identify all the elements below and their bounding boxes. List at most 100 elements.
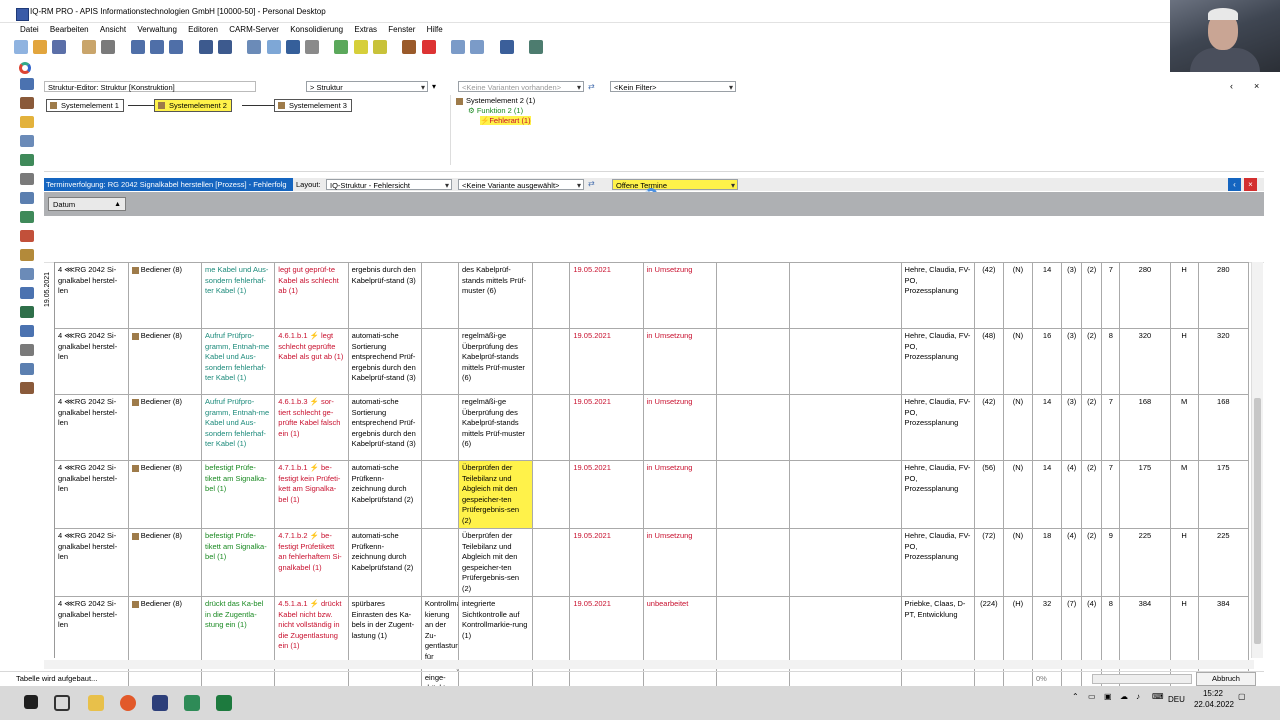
cell-prevention[interactable]: automati-sche Sortierung entsprechend Pr… xyxy=(348,394,422,461)
cell-v4[interactable]: (3) xyxy=(1061,394,1083,461)
cell-date[interactable]: 19.05.2021 xyxy=(569,262,644,329)
cell-date[interactable]: 19.05.2021 xyxy=(569,394,644,461)
cell-prevention2[interactable] xyxy=(421,460,459,529)
cell-prevention2[interactable] xyxy=(421,262,459,329)
menu-fenster[interactable]: Fenster xyxy=(388,23,415,36)
cell-v5[interactable]: (2) xyxy=(1081,460,1103,529)
windows-start-icon[interactable] xyxy=(24,695,38,709)
cell-detection[interactable]: Überprüfen der Teilebilanz und Abgleich … xyxy=(458,528,534,597)
cell-responsible[interactable]: Hehre, Claudia, FV-PO, Prozessplanung xyxy=(901,328,975,395)
sidebar-form-icon[interactable] xyxy=(20,97,34,109)
sidebar-table-icon[interactable] xyxy=(20,268,34,280)
tracking-variant-icon[interactable]: ⇄ xyxy=(588,179,595,188)
cell-v8[interactable]: H xyxy=(1170,328,1199,395)
cell-blank[interactable] xyxy=(532,528,571,597)
cell-process[interactable]: 4 ⋘RG 2042 Si-gnalkabel herstel-len xyxy=(55,460,129,529)
abort-button[interactable]: Abbruch xyxy=(1196,672,1256,686)
find-next-icon[interactable] xyxy=(217,40,232,54)
iqrm-icon[interactable] xyxy=(152,695,168,711)
cell-v7[interactable]: 168 xyxy=(1119,394,1171,461)
tray-notification-icon[interactable]: ▢ xyxy=(1238,692,1246,701)
copy-icon[interactable] xyxy=(451,40,466,54)
cell-v6[interactable]: 8 xyxy=(1101,328,1121,395)
cut-icon[interactable] xyxy=(149,40,164,54)
cell-detection[interactable]: Überprüfen der Teilebilanz und Abgleich … xyxy=(458,460,534,529)
system-element-2[interactable]: Systemelement 2 xyxy=(154,99,232,112)
system-element-3[interactable]: Systemelement 3 xyxy=(274,99,352,112)
cell-status[interactable]: in Umsetzung xyxy=(643,262,717,329)
cell-function[interactable]: befestigt Prüfe-tikett am Signalka-bel (… xyxy=(201,460,276,529)
cell-blank2[interactable] xyxy=(716,394,791,461)
cell-status[interactable]: in Umsetzung xyxy=(643,328,717,395)
cell-element[interactable]: Bediener (8) xyxy=(128,328,203,395)
tray-cloud-icon[interactable]: ☁ xyxy=(1120,692,1128,701)
sidebar-list-icon[interactable] xyxy=(20,135,34,147)
cell-v5[interactable]: (2) xyxy=(1081,394,1103,461)
menu-konsolidierung[interactable]: Konsolidierung xyxy=(290,23,343,36)
cell-blank3[interactable] xyxy=(789,528,902,597)
group-column-date[interactable]: Datum xyxy=(48,197,126,212)
cell-v7[interactable]: 320 xyxy=(1119,328,1171,395)
variant-select[interactable]: <Keine Varianten vorhanden> xyxy=(458,81,584,93)
table-row[interactable]: 4 ⋘RG 2042 Si-gnalkabel herstel-len Bedie… xyxy=(55,528,1250,597)
cell-v8[interactable]: H xyxy=(1170,262,1199,329)
cell-blank3[interactable] xyxy=(789,394,902,461)
cell-v1[interactable]: (56) xyxy=(974,460,1004,529)
cell-v6[interactable]: 7 xyxy=(1101,262,1121,329)
cell-prevention[interactable]: automati-sche Prüfkenn-zeichnung durch K… xyxy=(348,528,422,597)
tree-view-icon[interactable] xyxy=(247,40,262,54)
cell-blank[interactable] xyxy=(532,262,571,329)
save-icon[interactable] xyxy=(52,40,67,54)
undo-icon[interactable] xyxy=(499,40,514,54)
tray-volume-icon[interactable]: ♪ xyxy=(1136,692,1140,701)
menu-extras[interactable]: Extras xyxy=(354,23,377,36)
cell-v2[interactable]: (N) xyxy=(1003,528,1034,597)
firefox-icon[interactable] xyxy=(120,695,136,711)
cell-blank2[interactable] xyxy=(716,328,791,395)
menu-bearbeiten[interactable]: Bearbeiten xyxy=(50,23,89,36)
variant-settings-icon[interactable]: ⇄ xyxy=(588,82,595,91)
menu-datei[interactable]: Datei xyxy=(20,23,39,36)
sidebar-tracking-icon[interactable] xyxy=(20,325,34,337)
cell-prevention2[interactable] xyxy=(421,394,459,461)
cell-v2[interactable]: (N) xyxy=(1003,394,1034,461)
cell-prevention[interactable]: automati-sche Sortierung entsprechend Pr… xyxy=(348,328,422,395)
filter-icon[interactable] xyxy=(285,40,300,54)
close-editor-icon[interactable]: × xyxy=(1254,81,1259,91)
new-icon[interactable] xyxy=(14,40,28,54)
sort-icon[interactable] xyxy=(266,40,281,54)
cell-v8[interactable]: M xyxy=(1170,460,1199,529)
cell-status[interactable]: in Umsetzung xyxy=(643,460,717,529)
mark-icon[interactable] xyxy=(372,40,387,54)
delete-icon[interactable] xyxy=(421,40,436,54)
cell-v2[interactable]: (N) xyxy=(1003,460,1034,529)
cell-blank[interactable] xyxy=(532,328,571,395)
collapse-icon[interactable]: ‹ xyxy=(1230,81,1233,91)
cell-process[interactable]: 4 ⋘RG 2042 Si-gnalkabel herstel-len xyxy=(55,262,129,329)
close-tracking-icon[interactable]: × xyxy=(1244,178,1257,191)
cell-v8[interactable]: M xyxy=(1170,394,1199,461)
tray-time[interactable]: 15:22 xyxy=(1200,689,1226,698)
cell-failure[interactable]: 4.6.1.b.1 ⚡ legt schlecht geprüfte Kabel… xyxy=(274,328,349,395)
cell-v7[interactable]: 175 xyxy=(1119,460,1171,529)
cell-v5[interactable]: (2) xyxy=(1081,328,1103,395)
cell-blank3[interactable] xyxy=(789,460,902,529)
cell-v3[interactable]: 16 xyxy=(1032,328,1063,395)
cell-detection[interactable]: regelmäßi-ge Überprüfung des Kabelprüf-s… xyxy=(458,328,534,395)
horizontal-scrollbar[interactable] xyxy=(44,660,1254,669)
view-select[interactable]: > Struktur xyxy=(306,81,428,93)
cell-v5[interactable]: (2) xyxy=(1081,528,1103,597)
cell-status[interactable]: in Umsetzung xyxy=(643,394,717,461)
tracking-variant-select[interactable]: <Keine Variante ausgewählt> xyxy=(458,179,584,191)
cell-function[interactable]: Aufruf Prüfpro-gramm, Entnah-me Kabel un… xyxy=(201,328,276,395)
highlight-icon[interactable] xyxy=(353,40,368,54)
view-select-arrow-icon[interactable]: ▾ xyxy=(432,82,436,91)
sidebar-analysis-icon[interactable] xyxy=(20,154,34,166)
date-filter-select[interactable]: Offene Termine xyxy=(612,179,738,191)
tray-chevron-icon[interactable]: ⌃ xyxy=(1072,692,1079,701)
cell-v3[interactable]: 14 xyxy=(1032,394,1063,461)
cell-prevention[interactable]: automati-sche Prüfkenn-zeichnung durch K… xyxy=(348,460,422,529)
menu-verwaltung[interactable]: Verwaltung xyxy=(137,23,177,36)
cell-v2[interactable]: (N) xyxy=(1003,262,1034,329)
table-row[interactable]: 4 ⋘RG 2042 Si-gnalkabel herstel-len Bedie… xyxy=(55,328,1250,395)
